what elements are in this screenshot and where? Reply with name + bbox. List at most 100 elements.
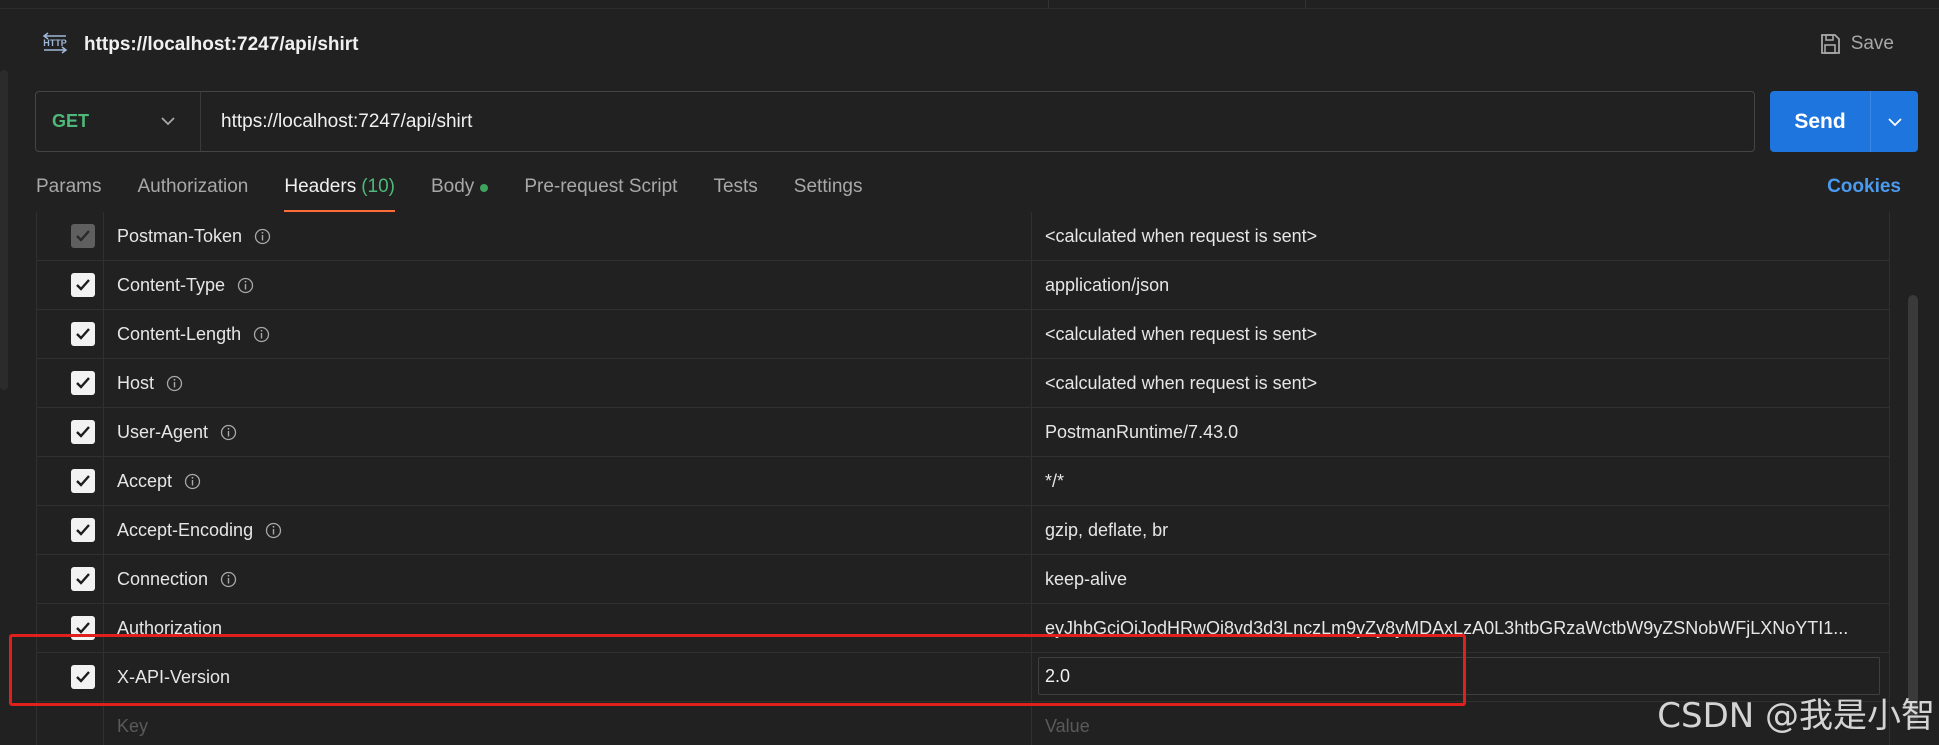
cookies-link[interactable]: Cookies [1827, 176, 1901, 198]
row-checkbox[interactable] [71, 371, 95, 395]
tab-body[interactable]: Body [431, 172, 489, 212]
left-scrollbar[interactable] [0, 70, 8, 390]
table-row: Content-Length <calculated when request … [36, 310, 1890, 359]
row-checkbox[interactable] [71, 616, 95, 640]
info-icon[interactable] [166, 375, 183, 392]
header-value-cell[interactable]: keep-alive [1032, 555, 1890, 603]
header-key-cell[interactable]: User-Agent [104, 408, 1032, 456]
header-key-cell[interactable]: Connection [104, 555, 1032, 603]
table-row: Postman-Token <calculated when request i… [36, 212, 1890, 261]
http-request-icon: HTTP [42, 32, 68, 54]
checkmark-icon [76, 524, 90, 536]
table-row: Host <calculated when request is sent> [36, 359, 1890, 408]
header-key: X-API-Version [117, 666, 231, 687]
tab-label: Tests [713, 176, 758, 197]
info-icon[interactable] [220, 424, 237, 441]
table-row: Accept-Encoding gzip, deflate, br [36, 506, 1890, 555]
header-key-cell[interactable]: Postman-Token [104, 212, 1032, 260]
tab-label: Headers [284, 176, 357, 197]
url-input[interactable] [201, 91, 1754, 152]
row-checkbox[interactable] [71, 469, 95, 493]
info-icon[interactable] [265, 522, 282, 539]
header-key-cell[interactable]: Accept-Encoding [104, 506, 1032, 554]
header-key: Connection [117, 568, 209, 589]
header-key-cell[interactable]: Accept [104, 457, 1032, 505]
tab-label: Pre-request Script [524, 176, 678, 197]
header-value-cell[interactable]: gzip, deflate, br [1032, 506, 1890, 554]
info-icon[interactable] [237, 277, 254, 294]
row-check-cell [36, 408, 104, 456]
header-value-cell[interactable]: eyJhbGciOiJodHRwOi8vd3d3LnczLm9yZy8yMDAx… [1032, 604, 1890, 652]
header-key-cell[interactable]: Authorization [104, 604, 1032, 652]
header-value-cell[interactable]: application/json [1032, 261, 1890, 309]
tab-label: Settings [793, 176, 863, 197]
tab-headers[interactable]: Headers (10) [284, 172, 395, 212]
postman-request-view: HTTP https://localhost:7247/api/shirt Sa… [0, 0, 1939, 745]
checkmark-icon [76, 279, 90, 291]
tab-settings[interactable]: Settings [794, 172, 863, 212]
checkmark-icon [76, 230, 90, 242]
table-row: User-Agent PostmanRuntime/7.43.0 [36, 408, 1890, 457]
info-icon[interactable] [254, 228, 271, 245]
svg-text:HTTP: HTTP [43, 38, 67, 48]
header-key: Host [117, 372, 155, 393]
headers-count: (10) [361, 176, 395, 197]
info-icon[interactable] [220, 571, 237, 588]
row-checkbox[interactable] [71, 224, 95, 248]
request-title[interactable]: https://localhost:7247/api/shirt [84, 34, 359, 56]
checkmark-icon [76, 426, 90, 438]
request-tabs: Params Authorization Headers (10) Body P… [36, 172, 898, 212]
checkmark-icon [76, 377, 90, 389]
row-checkbox[interactable] [71, 420, 95, 444]
header-value-cell[interactable]: <calculated when request is sent> [1032, 310, 1890, 358]
header-value: <calculated when request is sent> [1045, 225, 1318, 246]
header-key: User-Agent [117, 421, 209, 442]
method-select[interactable]: GET [36, 92, 201, 151]
tab-label: Params [36, 176, 102, 197]
header-key-cell[interactable]: Content-Length [104, 310, 1032, 358]
header-value-cell[interactable]: <calculated when request is sent> [1032, 212, 1890, 260]
table-row: Accept */* [36, 457, 1890, 506]
vertical-scrollbar[interactable] [1908, 295, 1918, 725]
watermark: CSDN @我是小智 [1657, 696, 1935, 736]
header-value: PostmanRuntime/7.43.0 [1045, 421, 1239, 442]
row-check-cell [36, 702, 104, 745]
send-button[interactable]: Send [1770, 91, 1870, 152]
new-header-row: Key Value [36, 702, 1890, 745]
send-button-group: Send [1770, 91, 1918, 152]
info-icon[interactable] [253, 326, 270, 343]
row-check-cell [36, 457, 104, 505]
checkmark-icon [76, 622, 90, 634]
header-key-cell[interactable]: Host [104, 359, 1032, 407]
tab-tests[interactable]: Tests [713, 172, 757, 212]
row-checkbox[interactable] [71, 567, 95, 591]
info-icon[interactable] [184, 473, 201, 490]
body-indicator-dot [480, 184, 489, 192]
row-check-cell [36, 604, 104, 652]
tab-authorization[interactable]: Authorization [137, 172, 248, 212]
headers-table: Postman-Token <calculated when request i… [36, 212, 1890, 745]
checkmark-icon [76, 671, 90, 683]
tab-strip-divider [1305, 0, 1306, 8]
checkmark-icon [76, 328, 90, 340]
row-checkbox[interactable] [71, 273, 95, 297]
header-key: Accept-Encoding [117, 519, 254, 540]
header-value-cell[interactable]: <calculated when request is sent> [1032, 359, 1890, 407]
row-checkbox[interactable] [71, 665, 95, 689]
save-button[interactable]: Save [1819, 28, 1894, 60]
row-check-cell [36, 212, 104, 260]
header-key-cell[interactable]: X-API-Version [104, 653, 1032, 701]
table-row: Content-Type application/json [36, 261, 1890, 310]
new-key-input[interactable]: Key [104, 702, 1032, 745]
top-tab-strip [0, 0, 1939, 9]
row-checkbox[interactable] [71, 322, 95, 346]
tab-params[interactable]: Params [36, 172, 101, 212]
row-checkbox[interactable] [71, 518, 95, 542]
tab-pre-request-script[interactable]: Pre-request Script [524, 172, 677, 212]
header-value-cell[interactable]: PostmanRuntime/7.43.0 [1032, 408, 1890, 456]
header-value: <calculated when request is sent> [1045, 372, 1318, 393]
save-label: Save [1850, 33, 1894, 54]
header-value-cell[interactable]: */* [1032, 457, 1890, 505]
send-options-button[interactable] [1870, 91, 1918, 152]
header-key-cell[interactable]: Content-Type [104, 261, 1032, 309]
